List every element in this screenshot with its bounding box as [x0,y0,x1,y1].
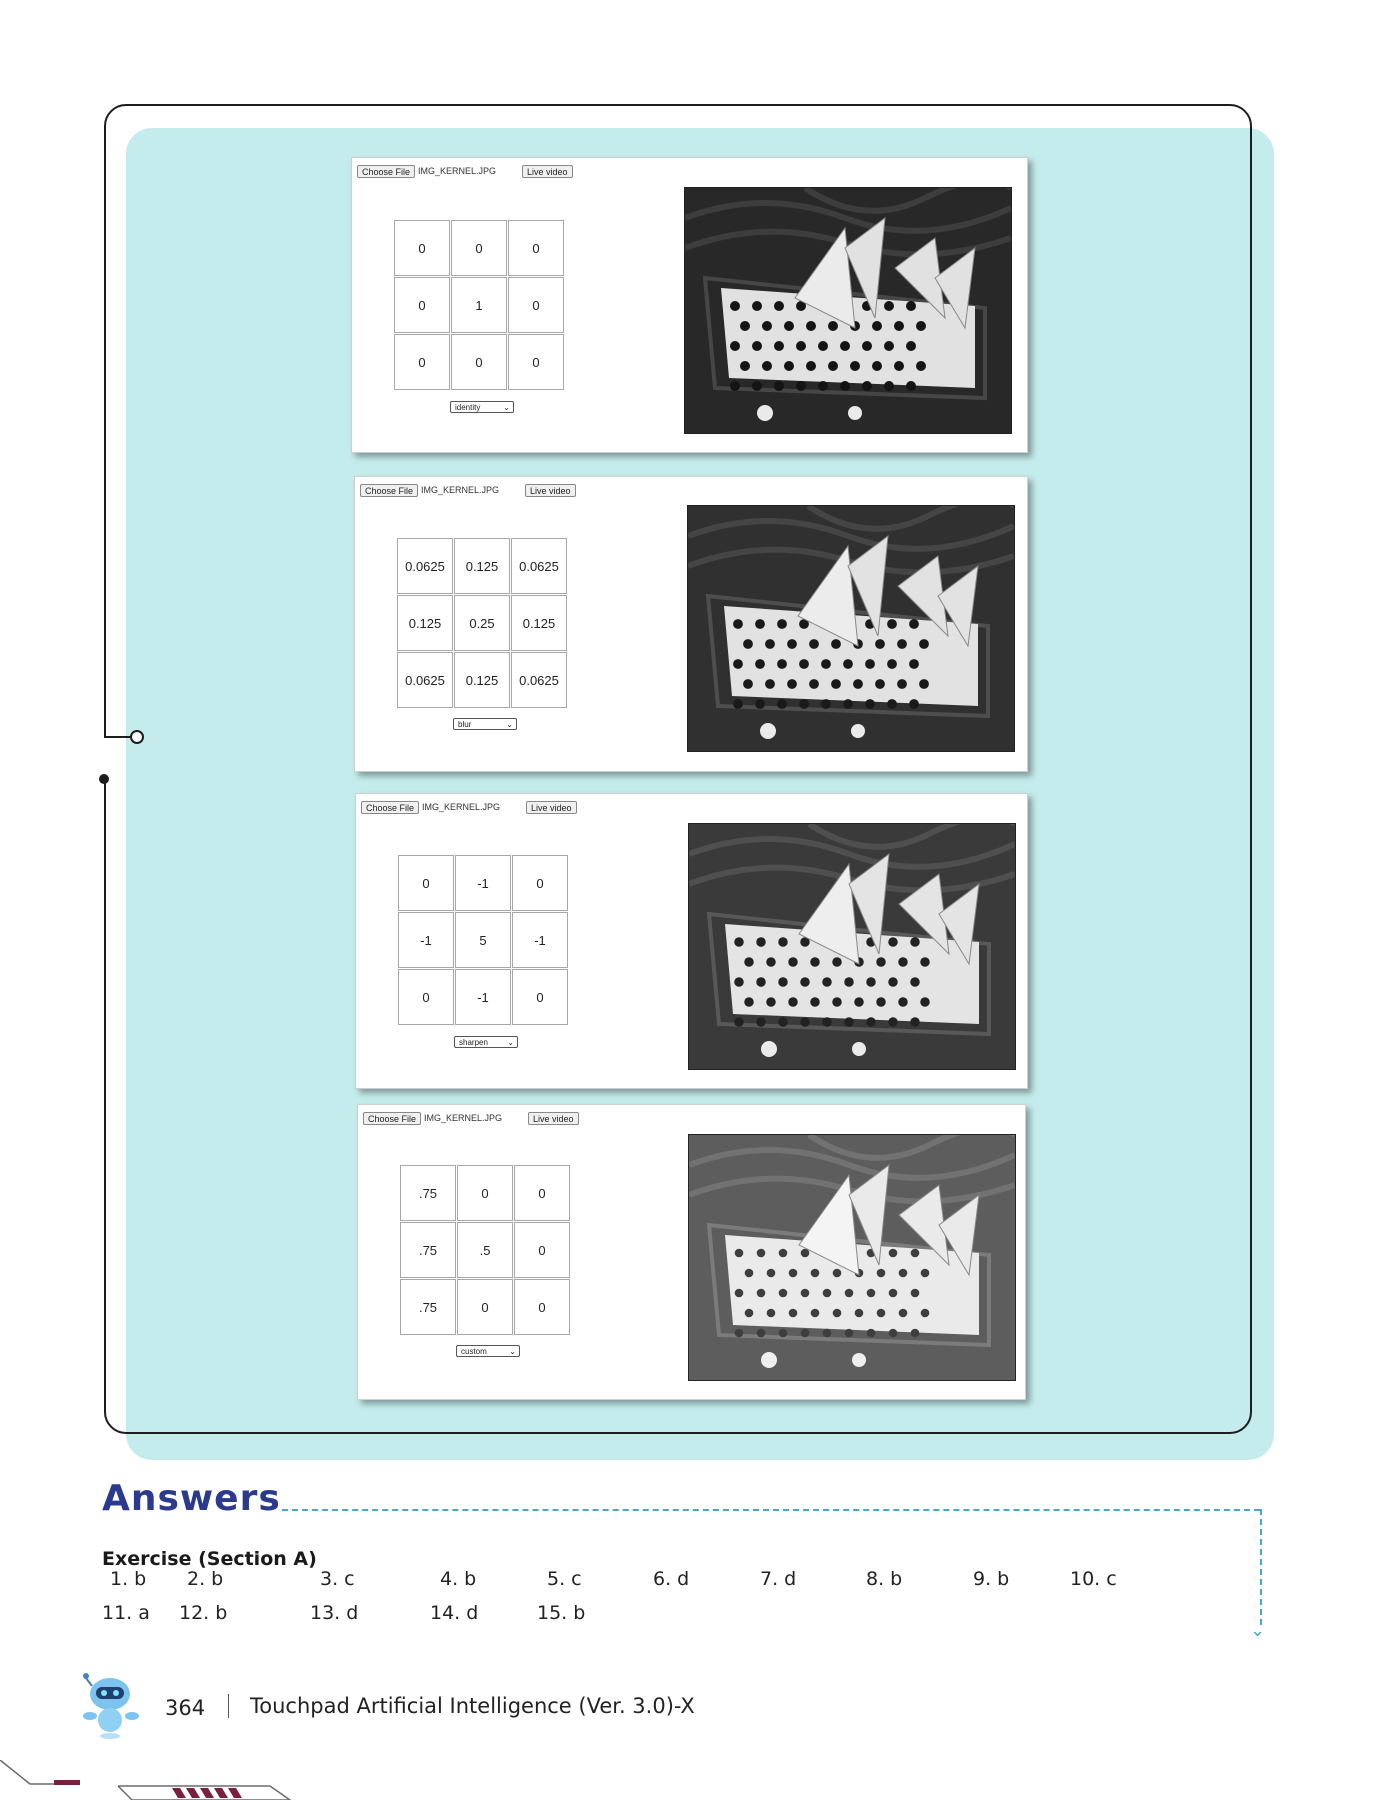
kernel-cell[interactable]: 0 [457,1279,513,1335]
kernel-panel: Choose File IMG_KERNEL.JPG Live video 0.062… [354,476,1028,772]
kernel-grid: 0 -1 0 -1 5 -1 0 -1 0 [398,855,568,1025]
filtered-image [688,823,1016,1070]
answer-item: 7. d [760,1568,797,1590]
filter-select-value: custom [461,1347,487,1356]
kernel-cell[interactable]: 0 [514,1222,570,1278]
answer-item: 8. b [866,1568,903,1590]
kernel-cell[interactable]: 0 [514,1279,570,1335]
kernel-cell[interactable]: -1 [455,969,511,1025]
dashed-divider [282,1509,1260,1511]
kernel-cell[interactable]: 1 [451,277,507,333]
answer-item: 1. b [110,1568,147,1590]
filter-select-value: identity [455,403,481,412]
kernel-grid: .75 0 0.75.5 0.75 0 0 [400,1165,570,1335]
file-name: IMG_KERNEL.JPG [418,166,497,176]
kernel-cell[interactable]: -1 [455,855,511,911]
filter-select[interactable]: identity ⌄ [450,401,514,413]
answer-item: 11. a [102,1602,150,1624]
kernel-cell[interactable]: 5 [455,912,511,968]
dashed-divider-vertical [1260,1509,1262,1625]
answer-item: 2. b [187,1568,224,1590]
file-name: IMG_KERNEL.JPG [421,485,500,495]
answer-item: 6. d [653,1568,690,1590]
answer-item: 5. c [547,1568,582,1590]
kernel-panel: Choose File IMG_KERNEL.JPG Live video .75 0 0… [357,1104,1026,1400]
kernel-cell[interactable]: 0 [514,1165,570,1221]
kernel-cell[interactable]: .75 [400,1165,456,1221]
answer-item: 12. b [179,1602,228,1624]
filter-select-value: sharpen [459,1038,488,1047]
kernel-panel: Choose File IMG_KERNEL.JPG Live video 0 0 0 0 1… [351,157,1028,453]
file-name: IMG_KERNEL.JPG [424,1113,503,1123]
kernel-panel: Choose File IMG_KERNEL.JPG Live video 0 -1 0-… [355,793,1028,1089]
kernel-cell[interactable]: 0.0625 [397,538,453,594]
kernel-cell[interactable]: 0.125 [454,652,510,708]
filtered-image [687,505,1015,752]
kernel-cell[interactable]: 0 [398,855,454,911]
kernel-cell[interactable]: 0.125 [454,538,510,594]
file-name: IMG_KERNEL.JPG [422,802,501,812]
kernel-cell[interactable]: 0 [451,334,507,390]
kernel-cell[interactable]: 0.0625 [511,652,567,708]
kernel-cell[interactable]: 0.125 [511,595,567,651]
kernel-cell[interactable]: 0 [508,334,564,390]
answer-item: 13. d [310,1602,359,1624]
kernel-grid: 000010000 [394,220,564,390]
kernel-cell[interactable]: -1 [512,912,568,968]
kernel-cell[interactable]: -1 [398,912,454,968]
kernel-cell[interactable]: 0.125 [397,595,453,651]
filtered-image [684,187,1012,434]
choose-file-button[interactable]: Choose File [361,801,420,814]
filter-select[interactable]: custom ⌄ [456,1345,520,1357]
live-video-button[interactable]: Live video [522,165,573,178]
answers-title: Answers [102,1478,281,1519]
kernel-cell[interactable]: 0.0625 [397,652,453,708]
connector-dot [99,774,109,784]
connector-circle [130,730,144,744]
answer-item: 4. b [440,1568,477,1590]
chevron-down-icon: ⌄ [503,403,510,412]
filtered-image [688,1134,1016,1381]
footer-divider [228,1694,229,1718]
choose-file-button[interactable]: Choose File [363,1112,422,1125]
choose-file-button[interactable]: Choose File [357,165,416,178]
page-number: 364 [165,1696,206,1720]
kernel-cell[interactable]: 0 [508,220,564,276]
chevron-down-icon: ⌄ [507,1038,514,1047]
kernel-cell[interactable]: 0 [508,277,564,333]
chevron-down-icon: ⌄ [509,1347,516,1356]
live-video-button[interactable]: Live video [525,484,576,497]
kernel-cell[interactable]: 0 [512,855,568,911]
kernel-cell[interactable]: 0 [394,277,450,333]
live-video-button[interactable]: Live video [526,801,577,814]
kernel-cell[interactable]: 0 [394,220,450,276]
kernel-cell[interactable]: 0 [451,220,507,276]
robot-mascot-icon [83,1673,139,1739]
filter-select-value: blur [458,720,472,729]
footer-decoration [0,1760,292,1800]
answer-item: 14. d [430,1602,479,1624]
choose-file-button[interactable]: Choose File [360,484,419,497]
book-title: Touchpad Artificial Intelligence (Ver. 3… [250,1694,695,1718]
kernel-cell[interactable]: 0 [457,1165,513,1221]
filter-select[interactable]: blur ⌄ [453,718,517,730]
kernel-cell[interactable]: 0 [394,334,450,390]
live-video-button[interactable]: Live video [528,1112,579,1125]
kernel-cell[interactable]: 0.25 [454,595,510,651]
kernel-cell[interactable]: .5 [457,1222,513,1278]
kernel-cell[interactable]: .75 [400,1279,456,1335]
kernel-cell[interactable]: 0 [398,969,454,1025]
answer-item: 15. b [537,1602,586,1624]
chevron-down-icon: ⌄ [506,720,513,729]
answer-item: 9. b [973,1568,1010,1590]
answer-item: 3. c [320,1568,355,1590]
kernel-cell[interactable]: 0.0625 [511,538,567,594]
answer-item: 10. c [1070,1568,1117,1590]
kernel-cell[interactable]: .75 [400,1222,456,1278]
filter-select[interactable]: sharpen ⌄ [454,1036,518,1048]
kernel-cell[interactable]: 0 [512,969,568,1025]
exercise-heading: Exercise (Section A) [102,1548,317,1570]
chevron-down-icon: ⌄ [1250,1620,1266,1641]
kernel-grid: 0.0625 0.125 0.0625 0.125 0.25 0.125 0.0625 0.1… [397,538,567,708]
